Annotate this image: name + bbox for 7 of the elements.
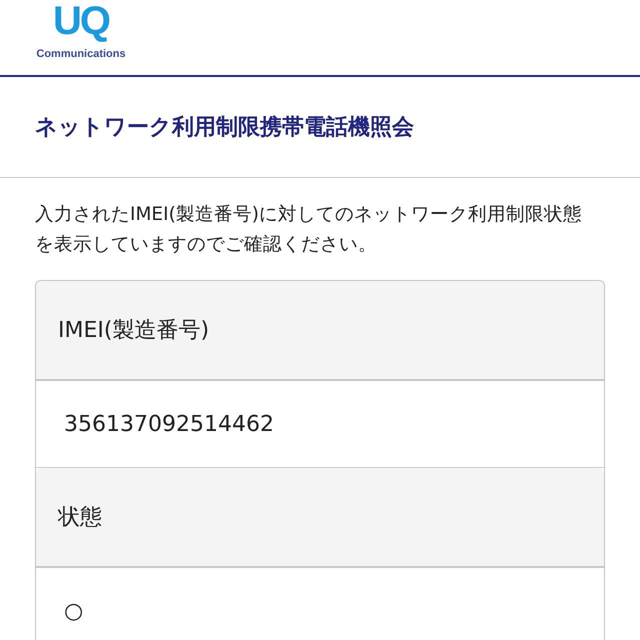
row-label: 状態	[36, 468, 604, 568]
page-title: ネットワーク利用制限携帯電話機照会	[35, 114, 414, 142]
row-value: ○	[36, 568, 604, 640]
logo-subtitle: Communications	[36, 48, 126, 60]
description-text: 入力されたIMEI(製造番号)に対してのネットワーク利用制限状態を表示していますのでご確認ください。	[35, 203, 583, 257]
logo-mark: UQ	[53, 0, 109, 42]
row-label: IMEI(製造番号)	[36, 281, 604, 381]
